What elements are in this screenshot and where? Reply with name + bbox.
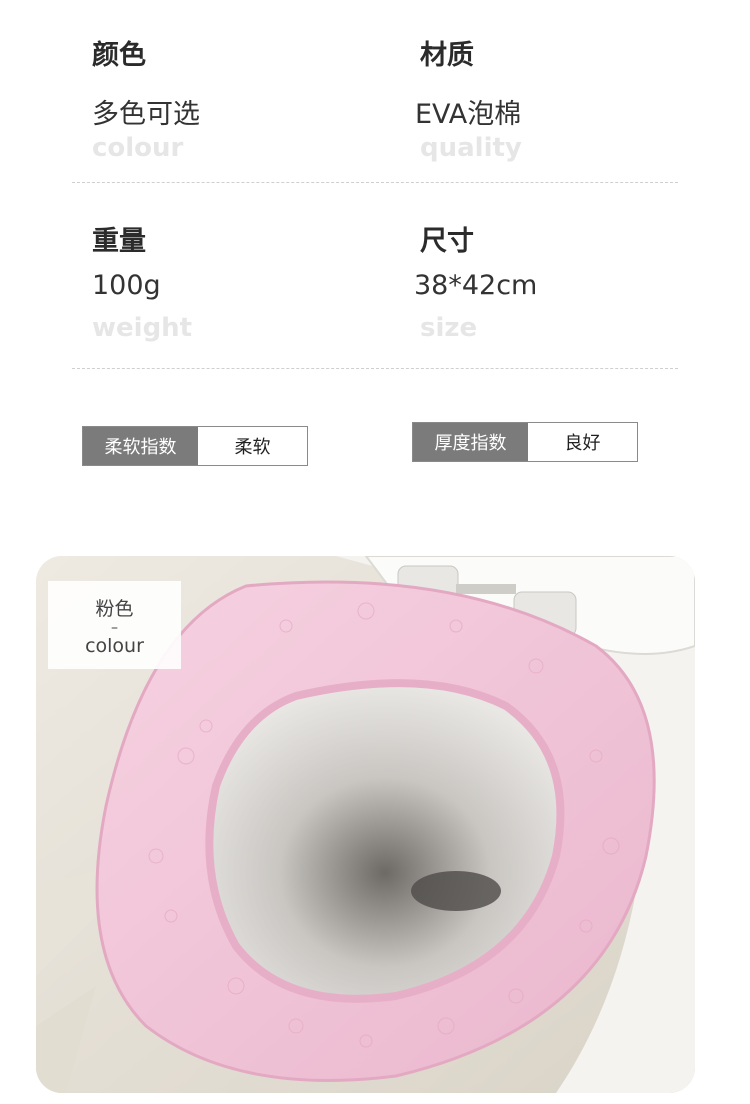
spec-quality-label: 材质 (420, 40, 474, 71)
spec-quality: 材质 EVA泡棉 quality (415, 33, 522, 163)
thickness-index-tag: 厚度指数 (413, 423, 528, 461)
spec-colour: 颜色 多色可选 colour (92, 33, 200, 163)
spec-weight-label: 重量 (92, 226, 146, 257)
thickness-index: 厚度指数 良好 (412, 422, 638, 462)
spec-size-en: size (420, 313, 478, 343)
spec-size-value: 38*42cm (414, 270, 538, 301)
spec-size-label: 尺寸 (420, 226, 474, 257)
spec-colour-value: 多色可选 (92, 99, 200, 130)
softness-index: 柔软指数 柔软 (82, 426, 308, 466)
divider-2 (72, 368, 678, 369)
spec-size: 尺寸 38*42cm size (414, 219, 537, 343)
spec-quality-value: EVA泡棉 (415, 99, 522, 130)
spec-weight-value: 100g (92, 270, 161, 301)
spec-weight-en: weight (92, 313, 193, 343)
spec-colour-en: colour (92, 133, 184, 163)
color-tag-en: colour (85, 634, 144, 657)
spec-weight: 重量 100g weight (92, 219, 192, 343)
color-tag-dash: – (111, 619, 118, 636)
spec-quality-en: quality (420, 133, 522, 163)
color-tag-cn: 粉色 (95, 597, 134, 620)
color-tag: 粉色 – colour (48, 581, 181, 669)
spec-colour-label: 颜色 (92, 40, 146, 71)
softness-index-tag: 柔软指数 (83, 427, 198, 465)
softness-index-value: 柔软 (198, 427, 307, 465)
divider-1 (72, 182, 678, 183)
thickness-index-value: 良好 (528, 423, 637, 461)
